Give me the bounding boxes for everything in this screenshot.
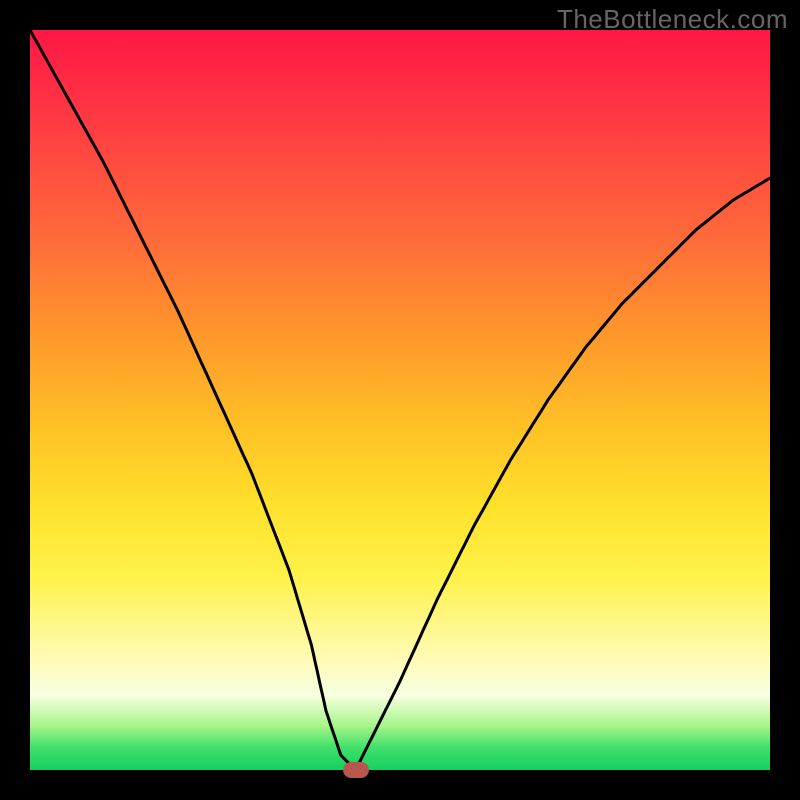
watermark-text: TheBottleneck.com — [557, 4, 788, 35]
optimal-point-marker — [343, 762, 369, 778]
plot-area — [30, 30, 770, 770]
curve-path — [30, 30, 770, 770]
bottleneck-curve — [30, 30, 770, 770]
chart-frame: TheBottleneck.com — [0, 0, 800, 800]
